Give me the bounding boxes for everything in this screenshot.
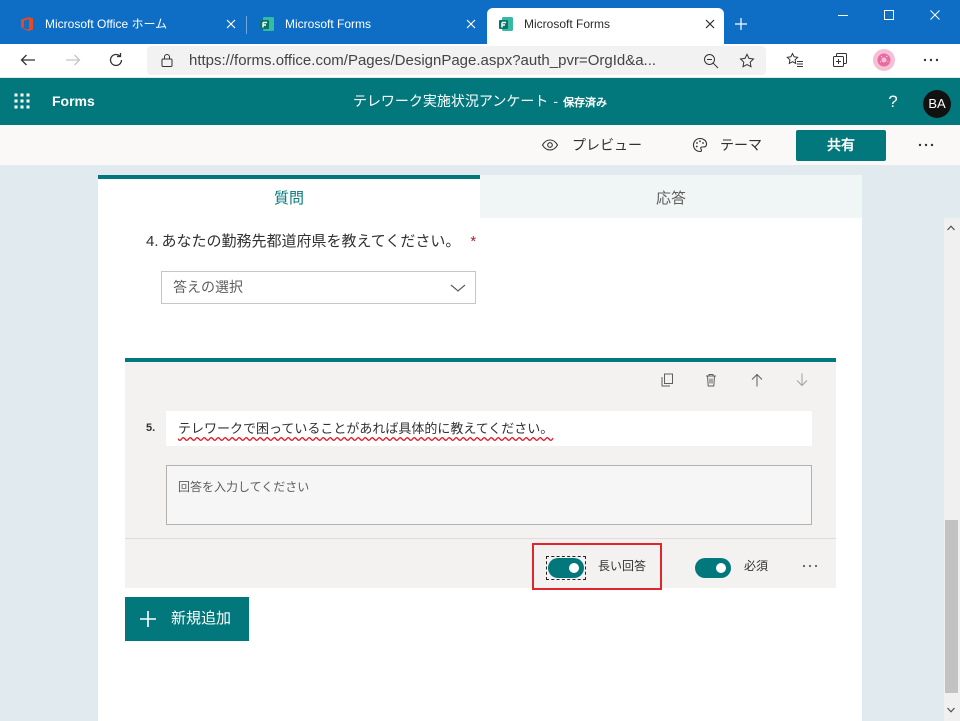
theme-button[interactable]: テーマ bbox=[720, 125, 762, 165]
question-number: 4. bbox=[146, 233, 159, 250]
browser-tab-forms[interactable]: Microsoft Forms bbox=[248, 8, 485, 44]
close-icon[interactable] bbox=[705, 19, 715, 29]
delete-icon[interactable] bbox=[704, 373, 718, 387]
tab-title: Microsoft Office ホーム bbox=[45, 17, 168, 31]
app-name[interactable]: Forms bbox=[52, 78, 95, 125]
tab-title: Microsoft Forms bbox=[285, 17, 372, 31]
answer-placeholder: 回答を入力してください bbox=[178, 480, 310, 494]
browser-tab-forms-active[interactable]: Microsoft Forms bbox=[487, 8, 724, 44]
address-box[interactable]: https://forms.office.com/Pages/DesignPag… bbox=[147, 46, 766, 75]
close-icon[interactable] bbox=[226, 19, 236, 29]
tab-title: Microsoft Forms bbox=[524, 17, 611, 31]
new-tab-plus-icon[interactable] bbox=[735, 18, 747, 30]
title-separator: - bbox=[553, 93, 559, 109]
eye-icon[interactable] bbox=[541, 136, 559, 154]
question-4-title[interactable]: 4. あなたの勤務先都道府県を教えてください。 * bbox=[146, 233, 476, 251]
add-new-label: 新規追加 bbox=[171, 610, 232, 627]
user-avatar[interactable]: BA bbox=[923, 90, 951, 118]
move-up-icon[interactable] bbox=[750, 373, 764, 387]
required-mark: * bbox=[470, 233, 477, 250]
url-text[interactable]: https://forms.office.com/Pages/DesignPag… bbox=[189, 46, 689, 75]
more-icon[interactable] bbox=[923, 58, 939, 62]
highlight-box bbox=[532, 543, 662, 590]
tab-responses[interactable]: 応答 bbox=[480, 175, 862, 218]
zoom-out-icon[interactable] bbox=[703, 53, 719, 69]
required-toggle[interactable] bbox=[695, 558, 731, 578]
answer-dropdown[interactable]: 答えの選択 bbox=[161, 271, 476, 304]
tab-questions[interactable]: 質問 bbox=[98, 175, 480, 218]
question-number: 5. bbox=[146, 422, 156, 434]
scrollbar-thumb[interactable] bbox=[945, 520, 958, 693]
more-icon[interactable] bbox=[802, 564, 818, 568]
browser-title-bar: Microsoft Office ホーム Microsoft Forms Mic… bbox=[0, 0, 960, 44]
back-arrow-icon[interactable] bbox=[20, 52, 36, 68]
window-close-icon[interactable] bbox=[930, 10, 940, 20]
answer-text-box[interactable]: 回答を入力してください bbox=[166, 465, 812, 525]
star-icon[interactable] bbox=[739, 53, 755, 69]
profile-avatar[interactable] bbox=[873, 49, 895, 71]
favorites-icon[interactable] bbox=[786, 52, 804, 68]
preview-button[interactable]: プレビュー bbox=[572, 125, 642, 165]
add-new-button[interactable]: 新規追加 bbox=[125, 597, 249, 641]
collections-icon[interactable] bbox=[832, 52, 848, 68]
more-icon[interactable] bbox=[918, 143, 934, 147]
address-bar-row: https://forms.office.com/Pages/DesignPag… bbox=[0, 44, 960, 78]
toggle-knob bbox=[716, 563, 726, 573]
scroll-up-icon[interactable] bbox=[947, 225, 955, 231]
copy-icon[interactable] bbox=[660, 373, 674, 387]
save-status: 保存済み bbox=[563, 97, 608, 109]
waffle-icon[interactable] bbox=[14, 93, 30, 109]
share-button[interactable]: 共有 bbox=[796, 130, 886, 161]
card-divider bbox=[125, 538, 836, 539]
question-title-field[interactable]: テレワークで困っていることがあれば具体的に教えてください。 bbox=[166, 411, 812, 446]
form-title: テレワーク実施状況アンケート - 保存済み bbox=[300, 78, 660, 125]
dropdown-placeholder: 答えの選択 bbox=[173, 279, 243, 295]
scroll-down-icon[interactable] bbox=[947, 707, 955, 713]
browser-tab-office-home[interactable]: Microsoft Office ホーム bbox=[8, 8, 245, 44]
forms-icon bbox=[260, 17, 274, 31]
office-icon bbox=[21, 17, 33, 31]
move-down-icon[interactable] bbox=[795, 373, 809, 387]
refresh-icon[interactable] bbox=[108, 52, 124, 68]
minimize-icon[interactable] bbox=[838, 10, 848, 20]
help-button[interactable]: ? bbox=[884, 78, 902, 125]
palette-icon[interactable] bbox=[692, 137, 708, 153]
maximize-icon[interactable] bbox=[884, 10, 894, 20]
plus-icon bbox=[140, 611, 156, 627]
chevron-down-icon bbox=[450, 284, 466, 292]
form-title-text: テレワーク実施状況アンケート bbox=[352, 93, 549, 109]
question-text: テレワークで困っていることがあれば具体的に教えてください。 bbox=[178, 421, 554, 436]
forms-icon bbox=[499, 17, 513, 31]
lock-icon[interactable] bbox=[161, 53, 173, 67]
required-label: 必須 bbox=[744, 559, 769, 573]
forward-arrow-icon[interactable] bbox=[65, 52, 81, 68]
close-icon[interactable] bbox=[466, 19, 476, 29]
question-text: あなたの勤務先都道府県を教えてください。 bbox=[161, 233, 461, 250]
form-toolbar: プレビュー テーマ 共有 bbox=[0, 125, 960, 165]
forms-header: Forms テレワーク実施状況アンケート - 保存済み ? BA bbox=[0, 78, 960, 125]
tab-separator bbox=[246, 16, 247, 34]
